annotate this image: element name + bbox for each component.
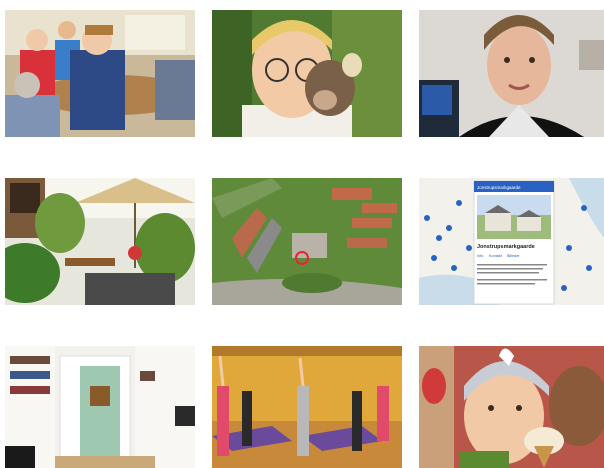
photo-girl-with-ice-cream-icon	[419, 346, 604, 468]
map-card-tab-info[interactable]: Info	[477, 254, 483, 258]
map-card-header: Jonstrupsmarkgaarde	[477, 185, 521, 190]
gallery-tile-5[interactable]	[212, 178, 402, 305]
gallery-tile-6[interactable]: Jonstrupsmarkgaarde Jonstrupsmarkgaarde …	[419, 178, 604, 305]
map-screenshot-icon: Jonstrupsmarkgaarde Jonstrupsmarkgaarde …	[419, 178, 604, 305]
gallery-tile-3[interactable]	[419, 10, 604, 137]
photo-white-bookshelf-room-icon	[5, 346, 195, 468]
gallery-tile-9[interactable]	[419, 346, 604, 468]
gallery-tile-2[interactable]	[212, 10, 402, 137]
map-card-tab-contact[interactable]: Kontakt	[489, 254, 503, 258]
gallery-tile-4[interactable]	[5, 178, 195, 305]
map-card-tab-photos[interactable]: Billeder	[507, 254, 520, 258]
photo-children-playing-games-icon	[5, 10, 195, 137]
gallery-tile-1[interactable]	[5, 10, 195, 137]
gallery-tile-7[interactable]	[5, 346, 195, 468]
photo-boy-with-hedgehog-icon	[212, 10, 402, 137]
photo-young-man-portrait-icon	[419, 10, 604, 137]
gallery-tile-8[interactable]	[212, 346, 402, 468]
photo-yoga-class-icon	[212, 346, 402, 468]
photo-aerial-campus-icon	[212, 178, 402, 305]
map-card-title: Jonstrupsmarkgaarde	[477, 244, 535, 250]
photo-conservatory-plants-icon	[5, 178, 195, 305]
